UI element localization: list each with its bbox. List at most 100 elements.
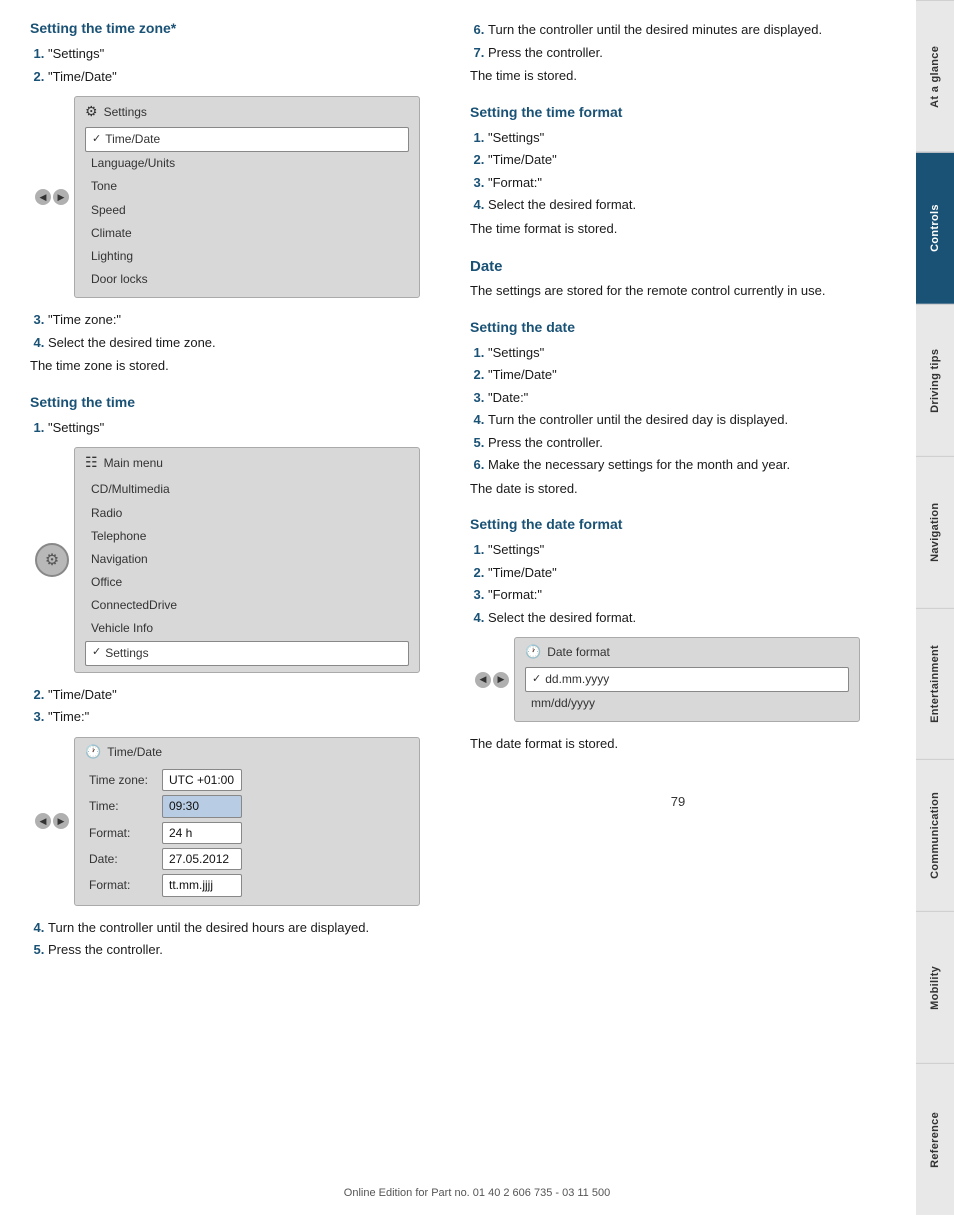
- date-format-screen: 🕐 Date format dd.mm.yyyy mm/dd/yyyy: [514, 637, 860, 722]
- screen-left-nav: ◀ ▶: [30, 189, 74, 205]
- sidebar-item-navigation[interactable]: Navigation: [916, 456, 954, 608]
- list-item: "Format:": [488, 173, 886, 193]
- list-item: Select the desired format.: [488, 195, 886, 215]
- menu-item-timedate: Time/Date: [85, 127, 409, 152]
- controller-knob: ⚙: [35, 543, 69, 577]
- section-heading-time-format: Setting the time format: [470, 104, 886, 120]
- settings-screen: ⚙ Settings Time/Date Language/Units Tone…: [74, 96, 420, 298]
- menu-icon: ☷: [85, 454, 98, 471]
- menu-item-radio: Radio: [85, 502, 409, 525]
- timezone-steps-1: "Settings" "Time/Date": [48, 44, 430, 86]
- menu-item-connecteddrive: ConnectedDrive: [85, 594, 409, 617]
- menu-item-tone: Tone: [85, 175, 409, 198]
- right-arrow-icon: ▶: [53, 189, 69, 205]
- left-arrow-icon: ◀: [35, 189, 51, 205]
- timedate-screen: 🕐 Time/Date Time zone: UTC +01:00 Time: …: [74, 737, 420, 906]
- left-column: Setting the time zone* "Settings" "Time/…: [30, 20, 450, 1175]
- time-steps-1: "Settings": [48, 418, 430, 438]
- list-item: "Format:": [488, 585, 886, 605]
- page-footer: Online Edition for Part no. 01 40 2 606 …: [344, 1187, 610, 1199]
- timedate-screen-mockup: ◀ ▶ 🕐 Time/Date Time zone: UTC +01:00: [30, 737, 420, 906]
- list-item: "Time:": [48, 707, 430, 727]
- list-item: Turn the controller until the desired da…: [488, 410, 886, 430]
- sidebar-item-at-a-glance[interactable]: At a glance: [916, 0, 954, 152]
- left-arrow-3-icon: ◀: [475, 672, 491, 688]
- main-menu-screen: ☷ Main menu CD/Multimedia Radio Telephon…: [74, 447, 420, 673]
- settings-screen-mockup: ◀ ▶ ⚙ Settings Time/Date Language/Units …: [30, 96, 420, 298]
- list-item: "Time/Date": [488, 365, 886, 385]
- list-item: Press the controller.: [48, 940, 430, 960]
- menu-item-speed: Speed: [85, 199, 409, 222]
- left-arrow-2-icon: ◀: [35, 813, 51, 829]
- timezone-steps-2: "Time zone:" Select the desired time zon…: [48, 310, 430, 352]
- menu-item-office: Office: [85, 571, 409, 594]
- sidebar-item-controls[interactable]: Controls: [916, 152, 954, 304]
- list-item: Turn the controller until the desired ho…: [48, 918, 430, 938]
- list-item: "Time/Date": [48, 685, 430, 705]
- list-item: "Settings": [48, 44, 430, 64]
- menu-item-navigation: Navigation: [85, 548, 409, 571]
- timedate-icon: 🕐: [85, 744, 101, 760]
- setting-date-steps: "Settings" "Time/Date" "Date:" Turn the …: [488, 343, 886, 475]
- date-section-heading: Date: [470, 258, 886, 275]
- menu-item-cd: CD/Multimedia: [85, 478, 409, 501]
- timedate-table: Time zone: UTC +01:00 Time: 09:30 Format…: [85, 767, 409, 899]
- continued-steps: Turn the controller until the desired mi…: [488, 20, 886, 62]
- main-menu-title: Main menu: [104, 456, 163, 470]
- menu-item-language: Language/Units: [85, 152, 409, 175]
- gear-icon: ⚙: [85, 103, 98, 120]
- menu-item-lighting: Lighting: [85, 245, 409, 268]
- date-format-result: The date format is stored.: [470, 734, 886, 754]
- table-row: Format: 24 h: [85, 820, 409, 846]
- screen-left-nav-2: ⚙: [30, 543, 74, 577]
- timezone-result: The time zone is stored.: [30, 356, 430, 376]
- settings-screen-title: Settings: [104, 105, 147, 119]
- right-column: Turn the controller until the desired mi…: [450, 20, 886, 1175]
- list-item: "Settings": [488, 343, 886, 363]
- table-row: Time: 09:30: [85, 793, 409, 819]
- list-item: Press the controller.: [488, 43, 886, 63]
- table-row: Date: 27.05.2012: [85, 846, 409, 872]
- time-format-steps: "Settings" "Time/Date" "Format:" Select …: [488, 128, 886, 215]
- date-format-screen-mockup: ◀ ▶ 🕐 Date format dd.mm.yyyy mm/dd/yyyy: [470, 637, 860, 722]
- section-heading-timezone: Setting the time zone*: [30, 20, 430, 36]
- screen-left-nav-4: ◀ ▶: [470, 672, 514, 688]
- list-item: "Settings": [488, 128, 886, 148]
- menu-item-settings: Settings: [85, 641, 409, 666]
- time-steps-3: Turn the controller until the desired ho…: [48, 918, 430, 960]
- list-item: "Time zone:": [48, 310, 430, 330]
- main-menu-screen-mockup: ⚙ ☷ Main menu CD/Multimedia Radio Teleph…: [30, 447, 420, 673]
- sidebar-tabs: At a glance Controls Driving tips Naviga…: [916, 0, 954, 1215]
- time-stored-result: The time is stored.: [470, 66, 886, 86]
- menu-item-climate: Climate: [85, 222, 409, 245]
- sidebar-item-driving-tips[interactable]: Driving tips: [916, 304, 954, 456]
- menu-item-telephone: Telephone: [85, 525, 409, 548]
- list-item: Press the controller.: [488, 433, 886, 453]
- list-item: "Settings": [48, 418, 430, 438]
- dateformat-icon: 🕐: [525, 644, 541, 660]
- sidebar-item-reference[interactable]: Reference: [916, 1063, 954, 1215]
- menu-item-doorlocks: Door locks: [85, 268, 409, 291]
- time-steps-2: "Time/Date" "Time:": [48, 685, 430, 727]
- table-row: Time zone: UTC +01:00: [85, 767, 409, 793]
- sidebar-item-communication[interactable]: Communication: [916, 759, 954, 911]
- list-item: Turn the controller until the desired mi…: [488, 20, 886, 40]
- list-item: Make the necessary settings for the mont…: [488, 455, 886, 475]
- time-format-result: The time format is stored.: [470, 219, 886, 239]
- list-item: "Time/Date": [488, 150, 886, 170]
- list-item: "Time/Date": [488, 563, 886, 583]
- list-item: Select the desired time zone.: [48, 333, 430, 353]
- list-item: "Time/Date": [48, 67, 430, 87]
- table-row: Format: tt.mm.jjjj: [85, 872, 409, 898]
- sidebar-item-mobility[interactable]: Mobility: [916, 911, 954, 1063]
- section-heading-setting-date: Setting the date: [470, 319, 886, 335]
- page-number: 79: [470, 794, 886, 809]
- dateformat-item-1: mm/dd/yyyy: [525, 692, 849, 715]
- date-intro-text: The settings are stored for the remote c…: [470, 281, 886, 301]
- footer-text: Online Edition for Part no. 01 40 2 606 …: [344, 1187, 610, 1199]
- menu-item-vehicleinfo: Vehicle Info: [85, 617, 409, 640]
- sidebar-item-entertainment[interactable]: Entertainment: [916, 608, 954, 760]
- timedate-screen-title: Time/Date: [107, 745, 162, 759]
- section-heading-time: Setting the time: [30, 394, 430, 410]
- date-format-screen-title: Date format: [547, 645, 610, 659]
